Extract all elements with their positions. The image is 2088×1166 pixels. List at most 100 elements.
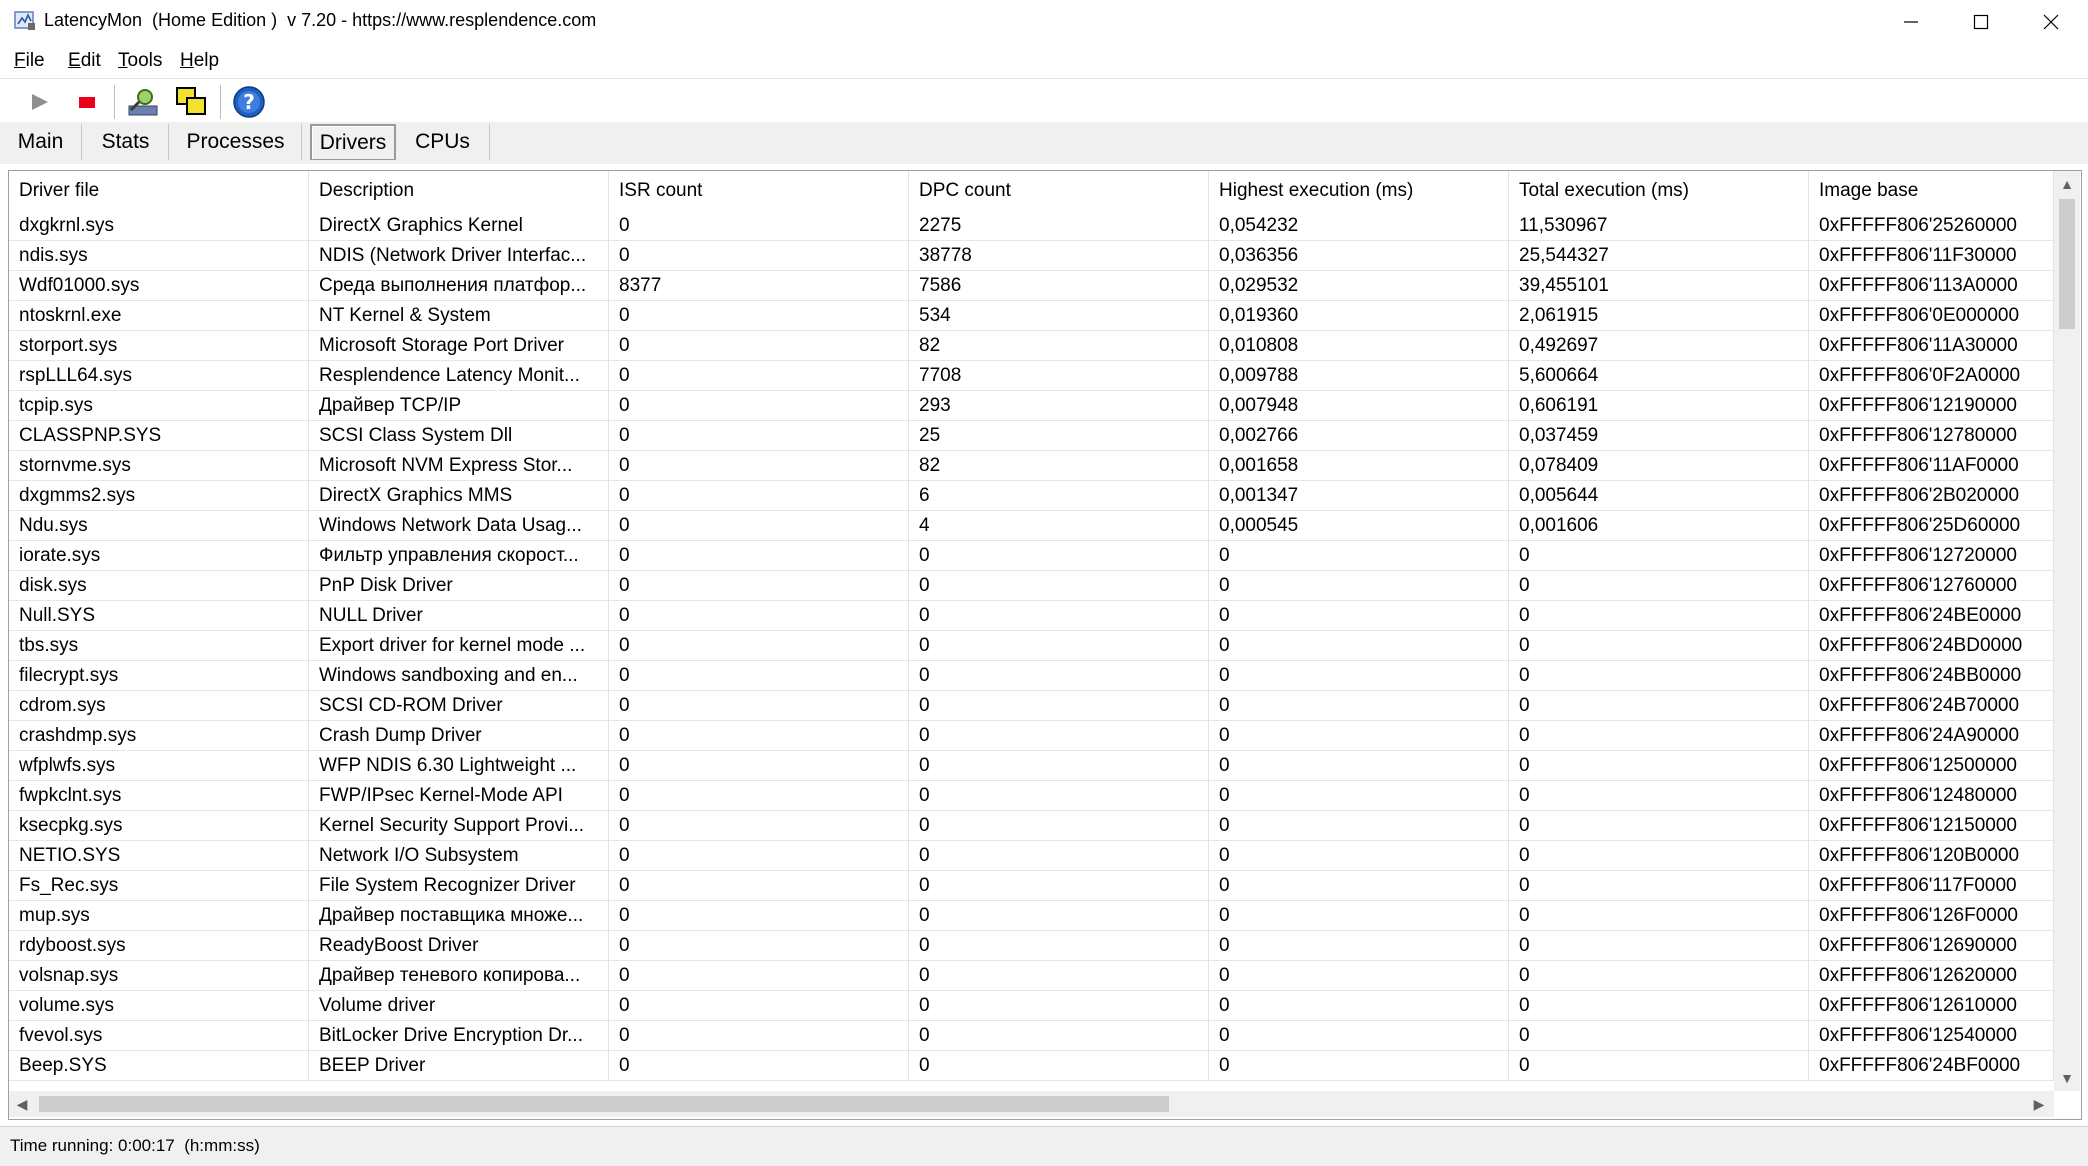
cell-total-execution: 0 (1509, 541, 1809, 571)
column-header-highest-execution[interactable]: Highest execution (ms) (1209, 171, 1509, 211)
tab-stats[interactable]: Stats (83, 124, 169, 160)
cell-dpc-count: 0 (909, 961, 1209, 991)
table-row[interactable]: fvevol.sys BitLocker Drive Encryption Dr.… (9, 1021, 2054, 1051)
cell-dpc-count: 82 (909, 451, 1209, 481)
tab-drivers[interactable]: Drivers (310, 124, 396, 160)
table-row[interactable]: Ndu.sys Windows Network Data Usag... 0 4 0,0… (9, 511, 2054, 541)
cell-description: SCSI Class System Dll (309, 421, 609, 451)
scroll-up-icon[interactable]: ▲ (2057, 174, 2077, 194)
table-row[interactable]: volsnap.sys Драйвер теневого копирова... 0… (9, 961, 2054, 991)
cell-highest-execution: 0 (1209, 571, 1509, 601)
table-row[interactable]: Fs_Rec.sys File System Recognizer Driver 0… (9, 871, 2054, 901)
cell-image-base: 0xFFFFF806'12720000 (1809, 541, 2054, 571)
column-header-driver-file[interactable]: Driver file (9, 171, 309, 211)
cell-dpc-count: 0 (909, 841, 1209, 871)
tab-bar: Main Stats Processes Drivers CPUs (0, 122, 2088, 164)
cell-description: PnP Disk Driver (309, 571, 609, 601)
cell-highest-execution: 0,002766 (1209, 421, 1509, 451)
cell-image-base: 0xFFFFF806'11AF0000 (1809, 451, 2054, 481)
horizontal-scrollbar[interactable]: ◀ ▶ (9, 1091, 2054, 1117)
cell-description: Microsoft NVM Express Stor... (309, 451, 609, 481)
cell-driver-file: fwpkclnt.sys (9, 781, 309, 811)
cell-isr-count: 0 (609, 841, 909, 871)
cell-highest-execution: 0,010808 (1209, 331, 1509, 361)
cell-driver-file: disk.sys (9, 571, 309, 601)
menu-edit[interactable]: Edit (68, 50, 101, 72)
table-row[interactable]: cdrom.sys SCSI CD-ROM Driver 0 0 0 0 0xFFFFF80… (9, 691, 2054, 721)
table-row[interactable]: wfplwfs.sys WFP NDIS 6.30 Lightweight ...… (9, 751, 2054, 781)
start-monitor-button[interactable] (20, 84, 58, 120)
cell-highest-execution: 0 (1209, 1021, 1509, 1051)
table-row[interactable]: crashdmp.sys Crash Dump Driver 0 0 0 0 0xFFFFF… (9, 721, 2054, 751)
table-row[interactable]: tcpip.sys Драйвер TCP/IP 0 293 0,007948 0,606… (9, 391, 2054, 421)
column-header-dpc-count[interactable]: DPC count (909, 171, 1209, 211)
cell-isr-count: 0 (609, 1021, 909, 1051)
drivers-grid[interactable]: Driver file Description ISR count DPC count… (8, 170, 2082, 1120)
cell-description: ReadyBoost Driver (309, 931, 609, 961)
cell-dpc-count: 293 (909, 391, 1209, 421)
menu-help[interactable]: Help (180, 50, 219, 72)
table-row[interactable]: ksecpkg.sys Kernel Security Support Provi… (9, 811, 2054, 841)
stop-monitor-button[interactable] (67, 84, 105, 120)
tab-processes[interactable]: Processes (170, 124, 302, 160)
menu-tools[interactable]: Tools (118, 50, 162, 72)
cell-total-execution: 0,037459 (1509, 421, 1809, 451)
table-row[interactable]: dxgmms2.sys DirectX Graphics MMS 0 6 0,00134… (9, 481, 2054, 511)
cell-isr-count: 0 (609, 961, 909, 991)
table-row[interactable]: mup.sys Драйвер поставщика множе... 0 0 0 0 0x… (9, 901, 2054, 931)
cell-total-execution: 0 (1509, 601, 1809, 631)
table-row[interactable]: Null.SYS NULL Driver 0 0 0 0 0xFFFFF806'24BE00… (9, 601, 2054, 631)
table-row[interactable]: iorate.sys Фильтр управления скорост... 0 0… (9, 541, 2054, 571)
cell-highest-execution: 0,001658 (1209, 451, 1509, 481)
table-row[interactable]: volume.sys Volume driver 0 0 0 0 0xFFFFF806'12… (9, 991, 2054, 1021)
scroll-left-icon[interactable]: ◀ (12, 1094, 32, 1114)
cell-isr-count: 0 (609, 871, 909, 901)
cell-driver-file: volsnap.sys (9, 961, 309, 991)
windows-button[interactable] (172, 84, 210, 120)
vertical-scroll-thumb[interactable] (2059, 199, 2075, 329)
table-row[interactable]: ntoskrnl.exe NT Kernel & System 0 534 0,0193… (9, 301, 2054, 331)
search-drivers-button[interactable] (124, 84, 162, 120)
cell-isr-count: 0 (609, 631, 909, 661)
column-header-image-base[interactable]: Image base (1809, 171, 2054, 211)
cell-description: Crash Dump Driver (309, 721, 609, 751)
column-header-total-execution[interactable]: Total execution (ms) (1509, 171, 1809, 211)
cell-driver-file: ksecpkg.sys (9, 811, 309, 841)
cell-description: Resplendence Latency Monit... (309, 361, 609, 391)
minimize-button[interactable] (1876, 0, 1946, 44)
table-row[interactable]: Wdf01000.sys Среда выполнения платфор... 8… (9, 271, 2054, 301)
table-row[interactable]: rspLLL64.sys Resplendence Latency Monit..… (9, 361, 2054, 391)
close-button[interactable] (2016, 0, 2086, 44)
cell-highest-execution: 0 (1209, 871, 1509, 901)
column-header-isr-count[interactable]: ISR count (609, 171, 909, 211)
cell-total-execution: 0 (1509, 781, 1809, 811)
table-row[interactable]: rdyboost.sys ReadyBoost Driver 0 0 0 0 0xFFFFF… (9, 931, 2054, 961)
table-row[interactable]: fwpkclnt.sys FWP/IPsec Kernel-Mode API 0 0 0… (9, 781, 2054, 811)
cell-description: NULL Driver (309, 601, 609, 631)
table-row[interactable]: filecrypt.sys Windows sandboxing and en..… (9, 661, 2054, 691)
scroll-right-icon[interactable]: ▶ (2029, 1094, 2049, 1114)
horizontal-scroll-thumb[interactable] (39, 1096, 1169, 1112)
cell-driver-file: crashdmp.sys (9, 721, 309, 751)
table-row[interactable]: disk.sys PnP Disk Driver 0 0 0 0 0xFFFFF806'12… (9, 571, 2054, 601)
vertical-scrollbar[interactable]: ▲ ▼ (2054, 171, 2080, 1091)
tab-cpus[interactable]: CPUs (396, 124, 490, 160)
table-row[interactable]: ndis.sys NDIS (Network Driver Interfac...… (9, 241, 2054, 271)
help-button[interactable]: ? (230, 84, 268, 120)
cell-driver-file: ntoskrnl.exe (9, 301, 309, 331)
table-row[interactable]: storport.sys Microsoft Storage Port Drive… (9, 331, 2054, 361)
tab-main[interactable]: Main (0, 124, 82, 160)
table-row[interactable]: dxgkrnl.sys DirectX Graphics Kernel 0 2275 0… (9, 211, 2054, 241)
table-row[interactable]: tbs.sys Export driver for kernel mode ...… (9, 631, 2054, 661)
table-row[interactable]: Beep.SYS BEEP Driver 0 0 0 0 0xFFFFF806'24BF00… (9, 1051, 2054, 1081)
minimize-icon (1904, 21, 1918, 23)
table-row[interactable]: NETIO.SYS Network I/O Subsystem 0 0 0 0 0xFFFF… (9, 841, 2054, 871)
table-row[interactable]: stornvme.sys Microsoft NVM Express Stor..… (9, 451, 2054, 481)
table-row[interactable]: CLASSPNP.SYS SCSI Class System Dll 0 25 0,00… (9, 421, 2054, 451)
scroll-down-icon[interactable]: ▼ (2057, 1068, 2077, 1088)
cell-driver-file: tbs.sys (9, 631, 309, 661)
menu-file[interactable]: File (14, 50, 45, 72)
column-header-description[interactable]: Description (309, 171, 609, 211)
maximize-button[interactable] (1946, 0, 2016, 44)
cell-driver-file: iorate.sys (9, 541, 309, 571)
